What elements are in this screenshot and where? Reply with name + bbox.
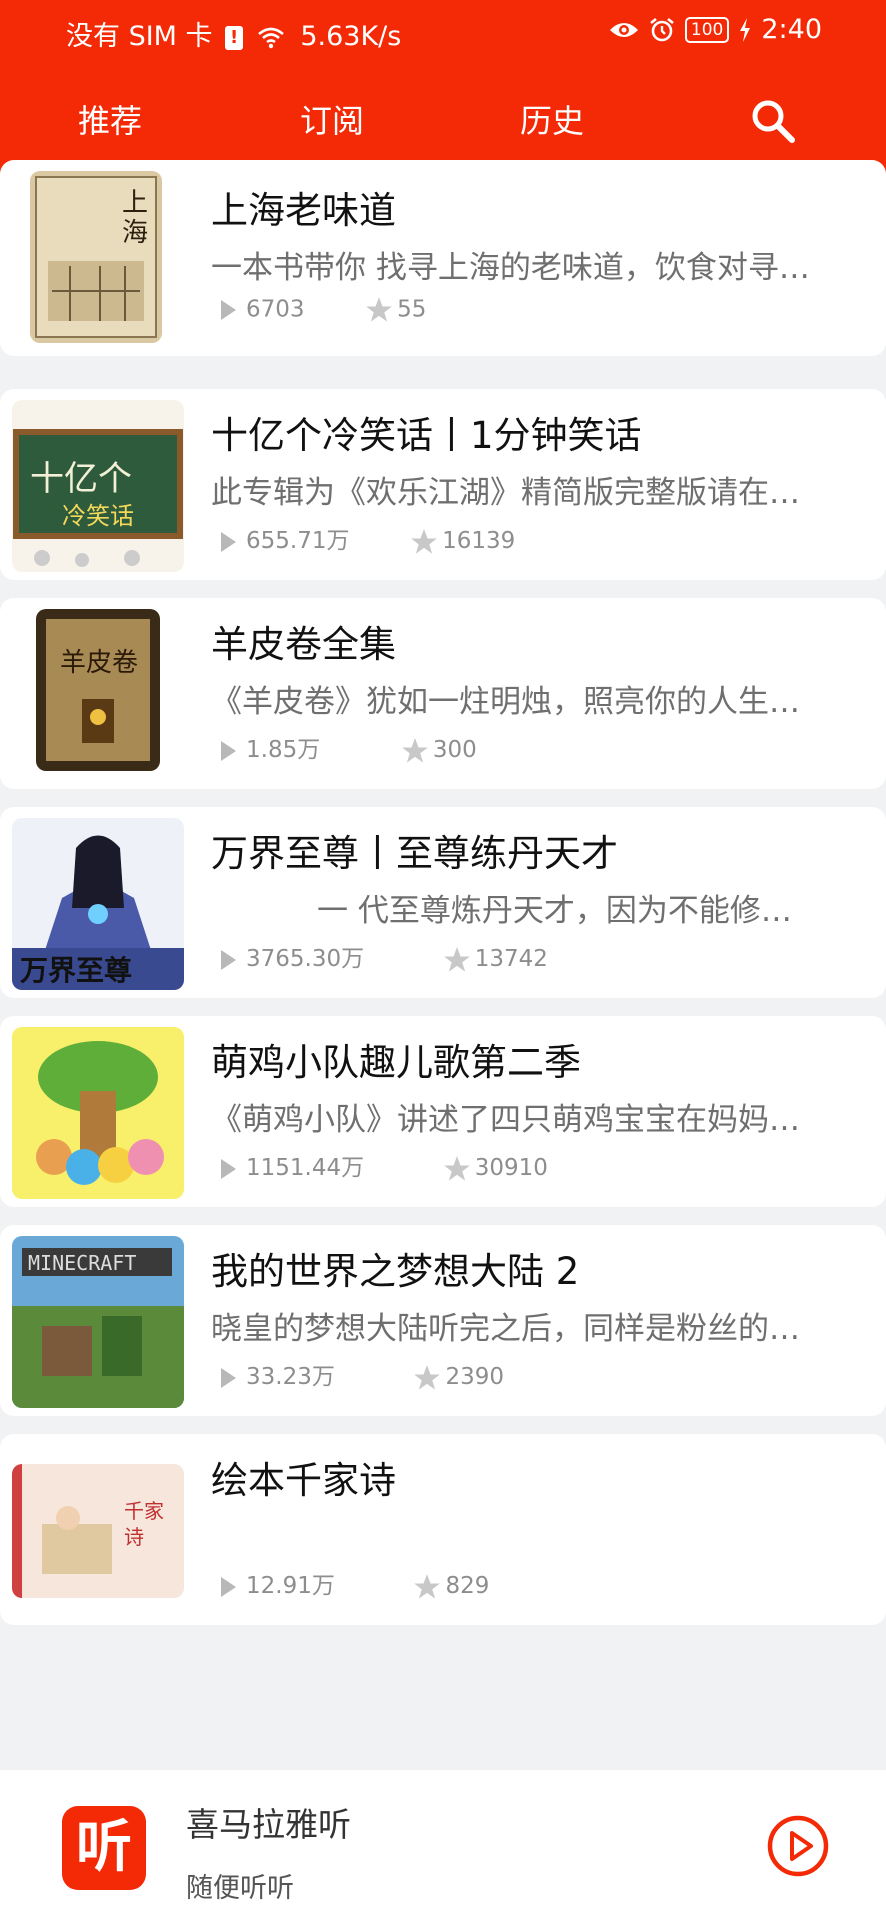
item-stats: 6703 55: [221, 296, 426, 324]
star-icon: [411, 528, 437, 554]
star-icon: [414, 1573, 441, 1599]
star-icon: [443, 946, 470, 972]
list-item[interactable]: 万界至尊 万界至尊丨至尊练丹天才 一 代至尊炼丹天才，因为不能修… 3765.3…: [0, 807, 886, 998]
album-cover: 十亿个 冷笑话: [12, 400, 184, 572]
alarm-icon: [650, 17, 674, 41]
album-cover: 千家 诗: [12, 1464, 184, 1598]
tab-history[interactable]: 历史: [520, 96, 584, 142]
list-item[interactable]: MINECRAFT 我的世界之梦想大陆 2 晓皇的梦想大陆听完之后，同样是粉丝的…: [0, 1225, 886, 1416]
svg-text:千家: 千家: [124, 1499, 164, 1523]
charging-icon: [740, 17, 751, 42]
item-title: 十亿个冷笑话丨1分钟笑话: [211, 414, 642, 457]
status-bar: 没有 SIM 卡 ! 5.63K/s 100 2:40: [0, 0, 886, 64]
album-cover: [12, 1027, 184, 1199]
clock: 2:40: [761, 14, 822, 45]
play-count: 1.85万: [246, 737, 321, 763]
favorite-count: 300: [432, 737, 477, 763]
play-count: 655.71万: [246, 528, 350, 554]
play-count: 12.91万: [246, 1573, 335, 1599]
play-count-icon: [221, 1367, 236, 1388]
item-title: 万界至尊丨至尊练丹天才: [211, 832, 618, 875]
favorite-count: 2390: [445, 1364, 505, 1390]
svg-text:十亿个: 十亿个: [30, 459, 132, 499]
item-title: 羊皮卷全集: [211, 623, 396, 666]
favorite-count: 16139: [442, 528, 516, 554]
item-description: 此专辑为《欢乐江湖》精简版完整版请在…: [211, 475, 800, 511]
favorite-count: 13742: [474, 946, 548, 972]
wifi-icon: [257, 27, 284, 48]
svg-text:上: 上: [122, 188, 148, 218]
list-item[interactable]: 羊皮卷 羊皮卷全集 《羊皮卷》犹如一炷明烛，照亮你的人生… 1.85万 300: [0, 598, 886, 789]
play-count-icon: [221, 949, 236, 970]
play-count: 6703: [246, 296, 305, 323]
tab-recommend[interactable]: 推荐: [78, 96, 142, 142]
album-cover: 羊皮卷: [36, 609, 160, 771]
svg-text:冷笑话: 冷笑话: [62, 502, 134, 530]
sim-alert-icon: !: [225, 25, 244, 50]
play-count-icon: [221, 300, 236, 320]
item-description: 《羊皮卷》犹如一炷明烛，照亮你的人生…: [211, 684, 800, 720]
sim-status: 没有 SIM 卡: [66, 21, 213, 52]
play-count: 3765.30万: [246, 946, 365, 972]
battery-indicator: 100: [684, 16, 730, 43]
play-count: 33.23万: [246, 1364, 335, 1390]
item-description: 一本书带你 找寻上海的老味道，饮食对寻…: [211, 250, 810, 286]
list-item[interactable]: 千家 诗 绘本千家诗 12.91万 829: [0, 1434, 886, 1625]
svg-text:海: 海: [122, 218, 148, 248]
player-title: 喜马拉雅听: [186, 1805, 351, 1844]
play-count: 1151.44万: [246, 1155, 365, 1181]
app-header: 没有 SIM 卡 ! 5.63K/s 100 2:40 推荐 订阅 历史: [0, 0, 886, 180]
star-icon: [366, 297, 393, 322]
play-count-icon: [221, 1576, 236, 1597]
item-description: 《萌鸡小队》讲述了四只萌鸡宝宝在妈妈…: [211, 1102, 800, 1138]
svg-text:羊皮卷: 羊皮卷: [60, 648, 138, 678]
item-title: 绘本千家诗: [211, 1459, 396, 1502]
item-title: 我的世界之梦想大陆 2: [211, 1250, 580, 1293]
item-description: 晓皇的梦想大陆听完之后，同样是粉丝的…: [211, 1311, 800, 1347]
play-count-icon: [221, 740, 236, 761]
favorite-count: 55: [397, 296, 427, 323]
eye-icon: [609, 22, 638, 37]
player-subtitle: 随便听听: [186, 1873, 294, 1904]
star-icon: [402, 737, 428, 763]
list-item[interactable]: 十亿个 冷笑话 十亿个冷笑话丨1分钟笑话 此专辑为《欢乐江湖》精简版完整版请在……: [0, 389, 886, 580]
play-count-icon: [221, 531, 236, 552]
list-item[interactable]: 上 海 上海老味道 一本书带你 找寻上海的老味道，饮食对寻… 6703 55: [0, 160, 886, 356]
tab-subscribe[interactable]: 订阅: [300, 96, 364, 142]
album-cover: MINECRAFT: [12, 1236, 184, 1408]
svg-text:诗: 诗: [124, 1525, 144, 1549]
app-logo: 听: [62, 1806, 146, 1890]
play-icon[interactable]: [766, 1814, 830, 1878]
item-stats: 12.91万 829: [221, 1566, 489, 1601]
album-cover: 万界至尊: [12, 818, 184, 990]
network-speed: 5.63K/s: [300, 21, 402, 52]
item-title: 上海老味道: [211, 189, 396, 232]
item-description: 一 代至尊炼丹天才，因为不能修…: [317, 893, 792, 929]
album-cover: 上 海: [30, 171, 162, 343]
item-stats: 1.85万 300: [221, 730, 477, 765]
status-right: 100 2:40: [609, 14, 822, 45]
bottom-player[interactable]: 听 喜马拉雅听 随便听听: [0, 1770, 886, 1920]
favorite-count: 829: [445, 1573, 490, 1599]
search-icon[interactable]: [748, 96, 796, 144]
item-stats: 655.71万 16139: [221, 521, 515, 556]
status-left: 没有 SIM 卡 ! 5.63K/s: [66, 14, 401, 53]
item-stats: 33.23万 2390: [221, 1357, 504, 1392]
item-title: 萌鸡小队趣儿歌第二季: [211, 1041, 581, 1084]
item-stats: 3765.30万 13742: [221, 939, 548, 974]
svg-text:MINECRAFT: MINECRAFT: [28, 1251, 136, 1275]
star-icon: [443, 1155, 470, 1181]
favorite-count: 30910: [474, 1155, 548, 1181]
svg-text:万界至尊: 万界至尊: [20, 954, 132, 987]
list-item[interactable]: 萌鸡小队趣儿歌第二季 《萌鸡小队》讲述了四只萌鸡宝宝在妈妈… 1151.44万 …: [0, 1016, 886, 1207]
item-stats: 1151.44万 30910: [221, 1148, 548, 1183]
play-count-icon: [221, 1158, 236, 1179]
star-icon: [414, 1364, 441, 1390]
